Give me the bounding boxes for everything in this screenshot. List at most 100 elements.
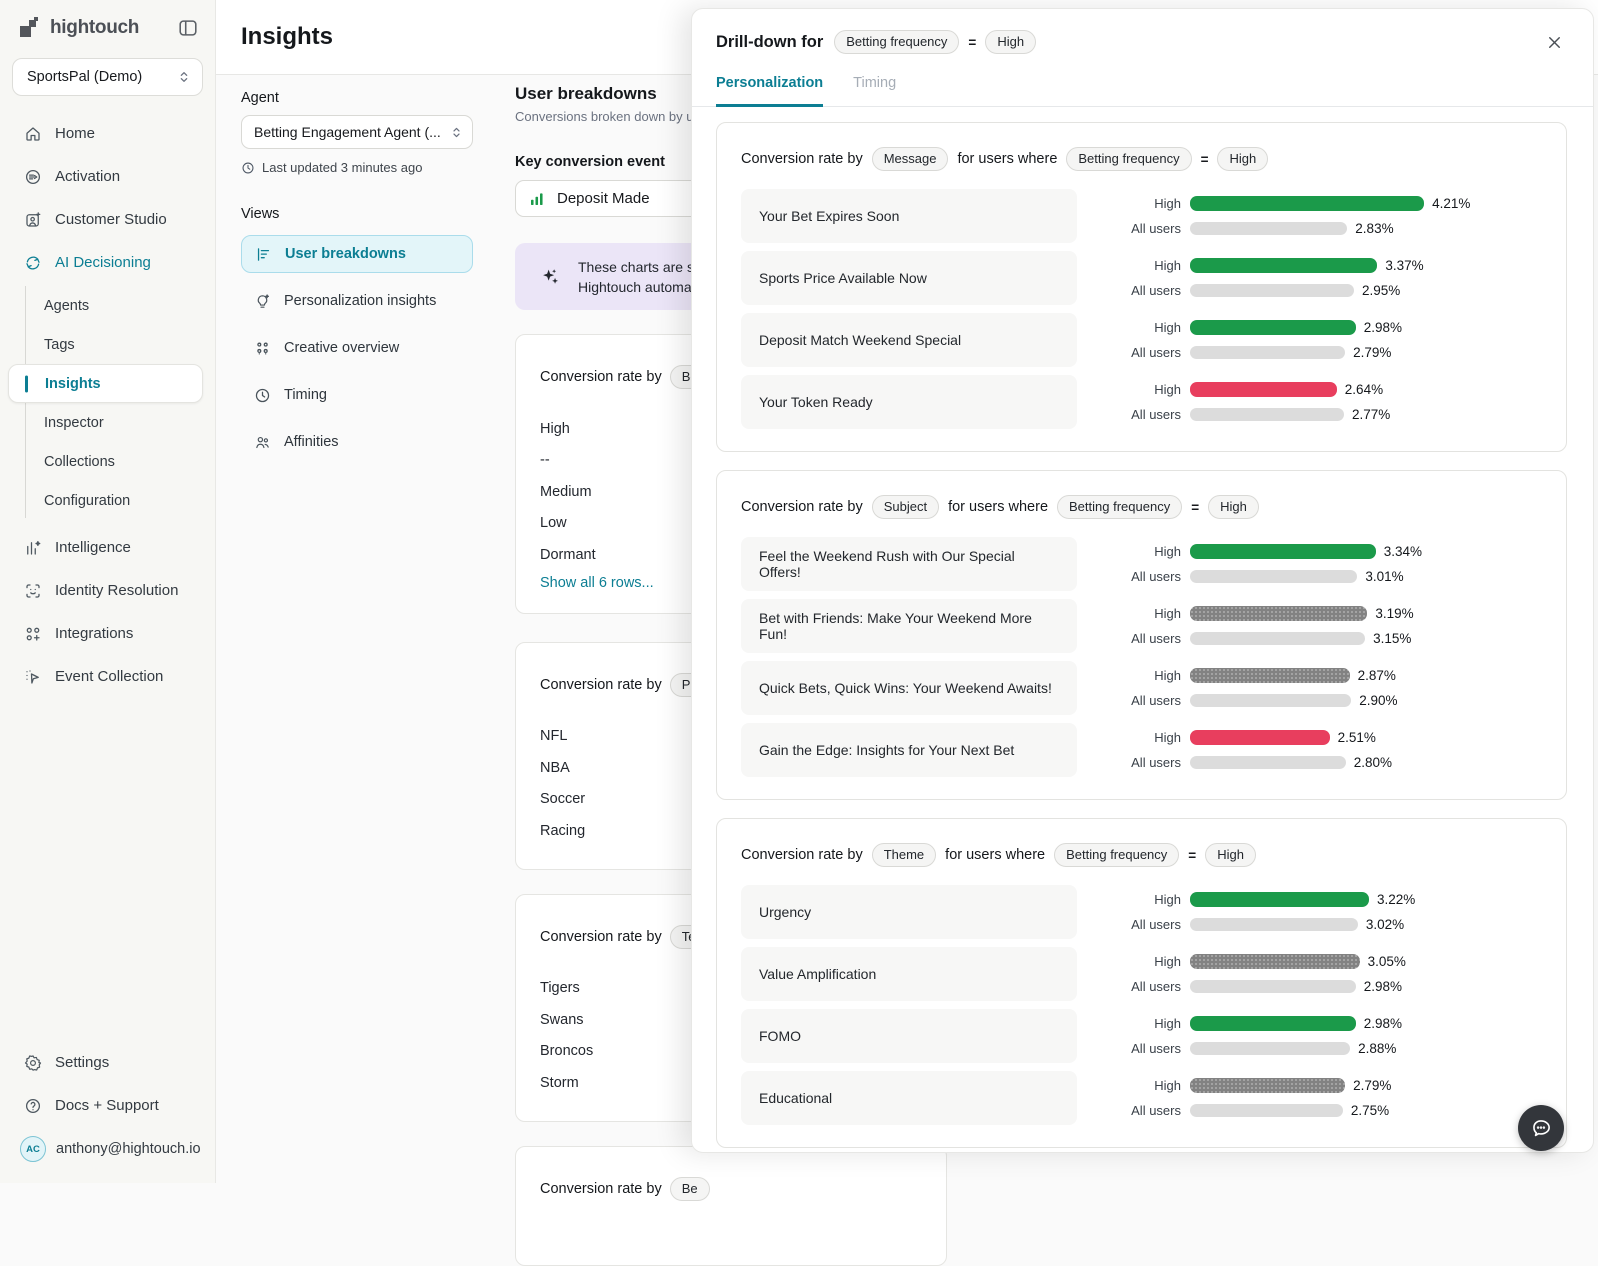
sidebar-item-label: Home bbox=[55, 125, 95, 142]
tab-timing[interactable]: Timing bbox=[853, 75, 896, 106]
drilldown-header: Drill-down for Betting frequency = High bbox=[692, 9, 1593, 55]
high-bar bbox=[1190, 730, 1330, 745]
metric-name: Deposit Match Weekend Special bbox=[741, 313, 1077, 367]
sidebar-item-identity-resolution[interactable]: Identity Resolution bbox=[0, 569, 215, 612]
breakdown-card-bottom: Conversion rate by Be bbox=[515, 1146, 947, 1266]
high-bar bbox=[1190, 892, 1369, 907]
sidebar-item-event-collection[interactable]: Event Collection bbox=[0, 655, 215, 698]
all-users-bar bbox=[1190, 1104, 1343, 1117]
sidebar-item-label: Docs + Support bbox=[55, 1097, 159, 1114]
sidebar-item-docs-support[interactable]: Docs + Support bbox=[0, 1084, 215, 1127]
filter-field-badge: Betting frequency bbox=[834, 30, 959, 54]
intelligence-icon bbox=[24, 539, 42, 557]
workspace-selector[interactable]: SportsPal (Demo) bbox=[12, 58, 203, 96]
metric-name: Educational bbox=[741, 1071, 1077, 1125]
metric-name: Quick Bets, Quick Wins: Your Weekend Awa… bbox=[741, 661, 1077, 715]
sidebar-item-label: Intelligence bbox=[55, 539, 131, 556]
metric-row: Educational High2.79% All users2.75% bbox=[741, 1071, 1542, 1125]
sidebar-item-agents[interactable]: Agents bbox=[0, 286, 215, 325]
sidebar-item-integrations[interactable]: Integrations bbox=[0, 612, 215, 655]
dimension-badge: Subject bbox=[872, 495, 939, 519]
high-bar bbox=[1190, 320, 1356, 335]
sidebar: hightouch SportsPal (Demo) Home Activati… bbox=[0, 0, 216, 1183]
drilldown-body: Conversion rate by Message for users whe… bbox=[692, 107, 1593, 1153]
sidebar-item-home[interactable]: Home bbox=[0, 112, 215, 155]
tab-personalization[interactable]: Personalization bbox=[716, 75, 823, 107]
drilldown-panel: Drill-down for Betting frequency = High … bbox=[691, 8, 1594, 1153]
sidebar-collapse-icon[interactable] bbox=[177, 17, 199, 39]
key-event-value: Deposit Made bbox=[557, 190, 650, 207]
sidebar-item-insights[interactable]: Insights bbox=[8, 364, 203, 403]
sidebar-item-ai-decisioning[interactable]: AI Decisioning bbox=[0, 241, 215, 284]
high-bar bbox=[1190, 196, 1424, 211]
all-users-bar bbox=[1190, 284, 1354, 297]
conversion-card-subject: Conversion rate by Subject for users whe… bbox=[716, 470, 1567, 800]
close-icon[interactable] bbox=[1541, 29, 1567, 55]
high-bar bbox=[1190, 668, 1350, 683]
clock-icon bbox=[241, 161, 255, 175]
lightbulb-icon bbox=[254, 292, 272, 310]
last-updated: Last updated 3 minutes ago bbox=[241, 160, 473, 175]
high-bar bbox=[1190, 1016, 1356, 1031]
ai-decisioning-icon bbox=[24, 254, 42, 272]
sidebar-item-inspector[interactable]: Inspector bbox=[0, 403, 215, 442]
view-affinities[interactable]: Affinities bbox=[241, 423, 473, 461]
view-creative-overview[interactable]: Creative overview bbox=[241, 329, 473, 367]
metric-row: FOMO High2.98% All users2.88% bbox=[741, 1009, 1542, 1063]
metric-row: Your Token Ready High2.64% All users2.77… bbox=[741, 375, 1542, 429]
sidebar-item-tags[interactable]: Tags bbox=[0, 325, 215, 364]
all-users-bar bbox=[1190, 346, 1345, 359]
metric-row: Value Amplification High3.05% All users2… bbox=[741, 947, 1542, 1001]
all-users-bar bbox=[1190, 570, 1357, 583]
card-header: Conversion rate by Subject for users whe… bbox=[741, 495, 1542, 519]
all-users-bar bbox=[1190, 918, 1358, 931]
high-bar bbox=[1190, 606, 1367, 621]
bar-chart-icon bbox=[528, 190, 546, 208]
high-bar bbox=[1190, 258, 1377, 273]
view-user-breakdowns[interactable]: User breakdowns bbox=[241, 235, 473, 273]
sidebar-item-configuration[interactable]: Configuration bbox=[0, 481, 215, 520]
help-icon bbox=[24, 1097, 42, 1115]
sidebar-item-intelligence[interactable]: Intelligence bbox=[0, 526, 215, 569]
views-label: Views bbox=[241, 206, 473, 222]
metric-name: Gain the Edge: Insights for Your Next Be… bbox=[741, 723, 1077, 777]
sidebar-footer: Settings Docs + Support AC anthony@hight… bbox=[0, 1041, 215, 1171]
sidebar-item-collections[interactable]: Collections bbox=[0, 442, 215, 481]
sidebar-item-settings[interactable]: Settings bbox=[0, 1041, 215, 1084]
sidebar-item-customer-studio[interactable]: Customer Studio bbox=[0, 198, 215, 241]
chat-bubble-icon bbox=[1528, 1115, 1554, 1141]
filter-field-badge: Betting frequency bbox=[1066, 147, 1191, 171]
sidebar-item-label: Event Collection bbox=[55, 668, 163, 685]
metric-name: Your Bet Expires Soon bbox=[741, 189, 1077, 243]
sidebar-item-label: Identity Resolution bbox=[55, 582, 178, 599]
drilldown-tabs: Personalization Timing bbox=[692, 75, 1593, 107]
chat-button[interactable] bbox=[1518, 1105, 1564, 1151]
metric-name: Sports Price Available Now bbox=[741, 251, 1077, 305]
conversion-card-theme: Conversion rate by Theme for users where… bbox=[716, 818, 1567, 1148]
sidebar-item-activation[interactable]: Activation bbox=[0, 155, 215, 198]
views-list: User breakdowns Personalization insights… bbox=[241, 235, 473, 461]
all-users-bar bbox=[1190, 756, 1346, 769]
metric-row: Quick Bets, Quick Wins: Your Weekend Awa… bbox=[741, 661, 1542, 715]
clock-icon bbox=[254, 386, 272, 404]
view-personalization-insights[interactable]: Personalization insights bbox=[241, 282, 473, 320]
agent-select[interactable]: Betting Engagement Agent (... bbox=[241, 115, 473, 149]
high-bar bbox=[1190, 954, 1360, 969]
filter-field-badge: Betting frequency bbox=[1057, 495, 1182, 519]
all-users-bar bbox=[1190, 408, 1344, 421]
high-bar bbox=[1190, 382, 1337, 397]
drilldown-title: Drill-down for bbox=[716, 33, 823, 52]
dimension-badge: Theme bbox=[872, 843, 936, 867]
all-users-bar bbox=[1190, 632, 1365, 645]
dimension-badge: Be bbox=[670, 1177, 710, 1201]
ai-decisioning-subnav: Agents Tags Insights Inspector Collectio… bbox=[0, 284, 215, 526]
avatar: AC bbox=[20, 1136, 46, 1162]
view-timing[interactable]: Timing bbox=[241, 376, 473, 414]
page-title: Insights bbox=[241, 23, 333, 51]
metric-row: Sports Price Available Now High3.37% All… bbox=[741, 251, 1542, 305]
all-users-bar bbox=[1190, 1042, 1350, 1055]
chevron-updown-icon bbox=[176, 69, 192, 85]
filter-value-badge: High bbox=[985, 30, 1036, 54]
metric-row: Bet with Friends: Make Your Weekend More… bbox=[741, 599, 1542, 653]
account-menu[interactable]: AC anthony@hightouch.io bbox=[0, 1127, 215, 1171]
